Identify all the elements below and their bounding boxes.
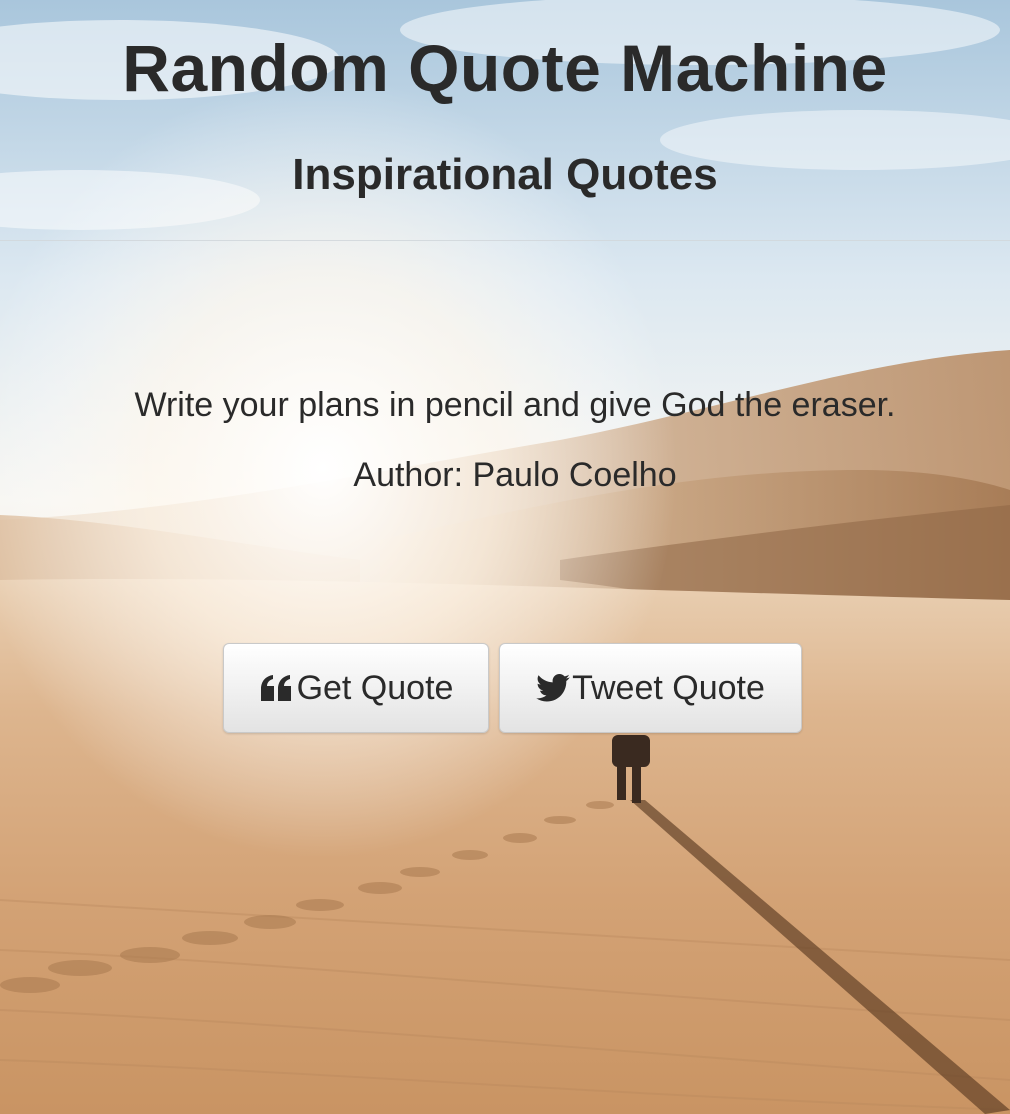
get-quote-button[interactable]: Get Quote: [223, 643, 489, 733]
page-title: Random Quote Machine: [122, 31, 888, 105]
twitter-bird-icon: [536, 674, 570, 702]
get-quote-label: Get Quote: [296, 668, 454, 707]
header-divider: [0, 240, 1010, 241]
quote-left-icon: [259, 673, 295, 703]
tweet-quote-button[interactable]: Tweet Quote: [499, 643, 802, 733]
page-subtitle: Inspirational Quotes: [292, 150, 718, 199]
main-content: Random Quote Machine Inspirational Quote…: [0, 0, 1010, 1114]
quote-text: Write your plans in pencil and give God …: [134, 386, 896, 424]
tweet-quote-label: Tweet Quote: [572, 668, 765, 707]
quote-author: Author: Paulo Coelho: [353, 456, 677, 494]
